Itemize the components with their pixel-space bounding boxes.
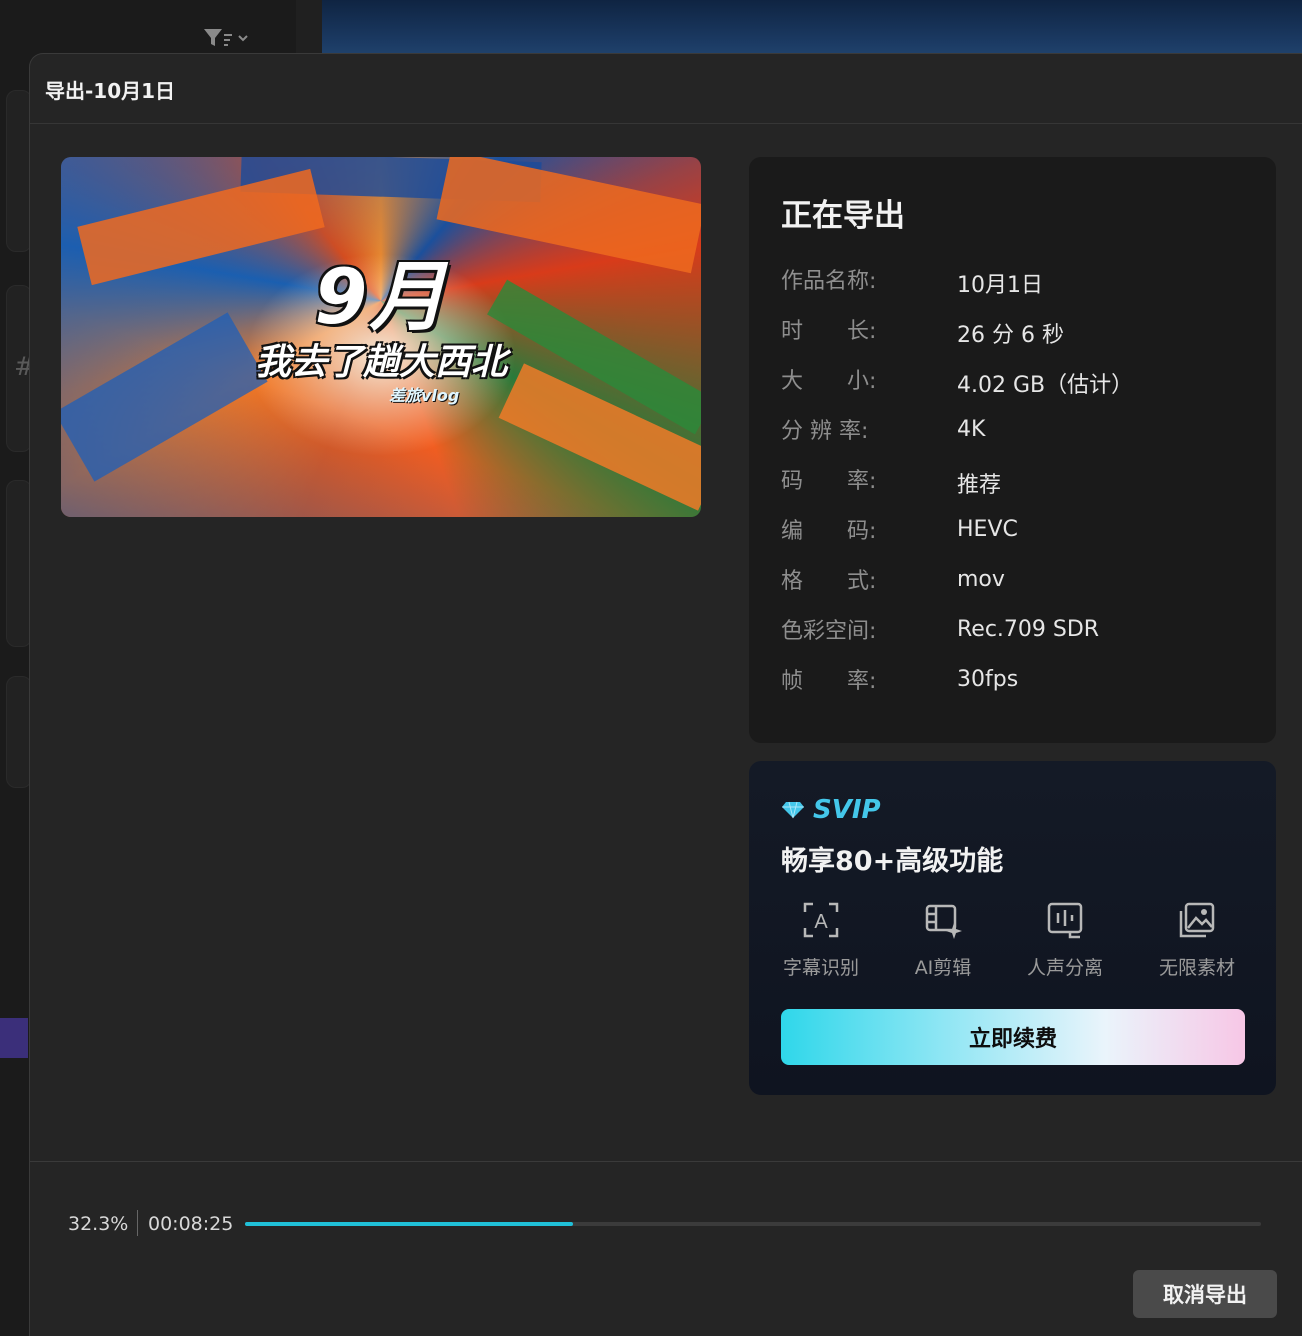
svip-logo: SVIP xyxy=(781,795,881,825)
progress-bar xyxy=(245,1222,1261,1226)
background-track xyxy=(0,1018,28,1058)
progress-separator xyxy=(137,1210,138,1236)
export-status-heading: 正在导出 xyxy=(781,198,905,234)
svip-headline: 畅享80+高级功能 xyxy=(781,846,1004,877)
feature-subtitle-recognition[interactable]: A 字幕识别 xyxy=(771,901,871,980)
cancel-export-button[interactable]: 取消导出 xyxy=(1133,1270,1277,1318)
filter-icon xyxy=(202,26,252,50)
export-dialog: 导出-10月1日 9月 我去了趟大西北 差旅vlog 正在导出 作品名称: 10月… xyxy=(29,53,1302,1336)
svg-text:A: A xyxy=(814,911,828,933)
info-row-resolution: 分 辨 率: 4K xyxy=(781,417,986,444)
feature-unlimited-assets[interactable]: 无限素材 xyxy=(1147,901,1247,980)
dialog-titlebar: 导出-10月1日 xyxy=(30,54,1302,124)
info-row-bitrate: 码 率: 推荐 xyxy=(781,469,1002,498)
feature-voice-separation[interactable]: 人声分离 xyxy=(1015,901,1115,980)
svip-promo-panel: SVIP 畅享80+高级功能 A 字幕识别 AI剪辑 人声分离 无限素材 立即续… xyxy=(749,761,1276,1095)
thumbnail-tag: 差旅vlog xyxy=(389,386,460,405)
thumbnail-subtitle: 我去了趟大西北 xyxy=(254,342,507,383)
info-row-format: 格 式: mov xyxy=(781,567,1005,594)
info-row-duration: 时 长: 26 分 6 秒 xyxy=(781,319,1064,348)
dialog-title: 导出-10月1日 xyxy=(45,79,176,103)
info-row-size: 大 小: 4.02 GB（估计） xyxy=(781,369,1134,398)
info-row-codec: 编 码: HEVC xyxy=(781,517,1018,544)
divider xyxy=(30,1161,1302,1162)
info-row-colorspace: 色彩空间: Rec.709 SDR xyxy=(781,617,1100,644)
progress-percent: 32.3% xyxy=(68,1213,129,1235)
unlimited-assets-icon xyxy=(1179,902,1215,938)
video-thumbnail: 9月 我去了趟大西北 差旅vlog xyxy=(61,157,701,517)
info-row-name: 作品名称: 10月1日 xyxy=(781,269,1043,298)
background-preview xyxy=(322,0,1302,60)
export-info-panel: 正在导出 作品名称: 10月1日 时 长: 26 分 6 秒 大 小: 4.02 GB… xyxy=(749,157,1276,743)
renew-button[interactable]: 立即续费 xyxy=(781,1009,1245,1065)
info-row-framerate: 帧 率: 30fps xyxy=(781,667,1019,694)
progress-bar-fill xyxy=(245,1222,574,1226)
subtitle-recognition-icon: A xyxy=(803,902,839,938)
ai-edit-icon xyxy=(925,904,962,939)
thumbnail-title: 9月 xyxy=(314,252,448,341)
background-strip xyxy=(296,0,322,60)
diamond-icon xyxy=(782,801,804,819)
feature-ai-edit[interactable]: AI剪辑 xyxy=(893,901,993,980)
progress-elapsed: 00:08:25 xyxy=(148,1213,234,1235)
voice-separation-icon xyxy=(1047,902,1083,939)
